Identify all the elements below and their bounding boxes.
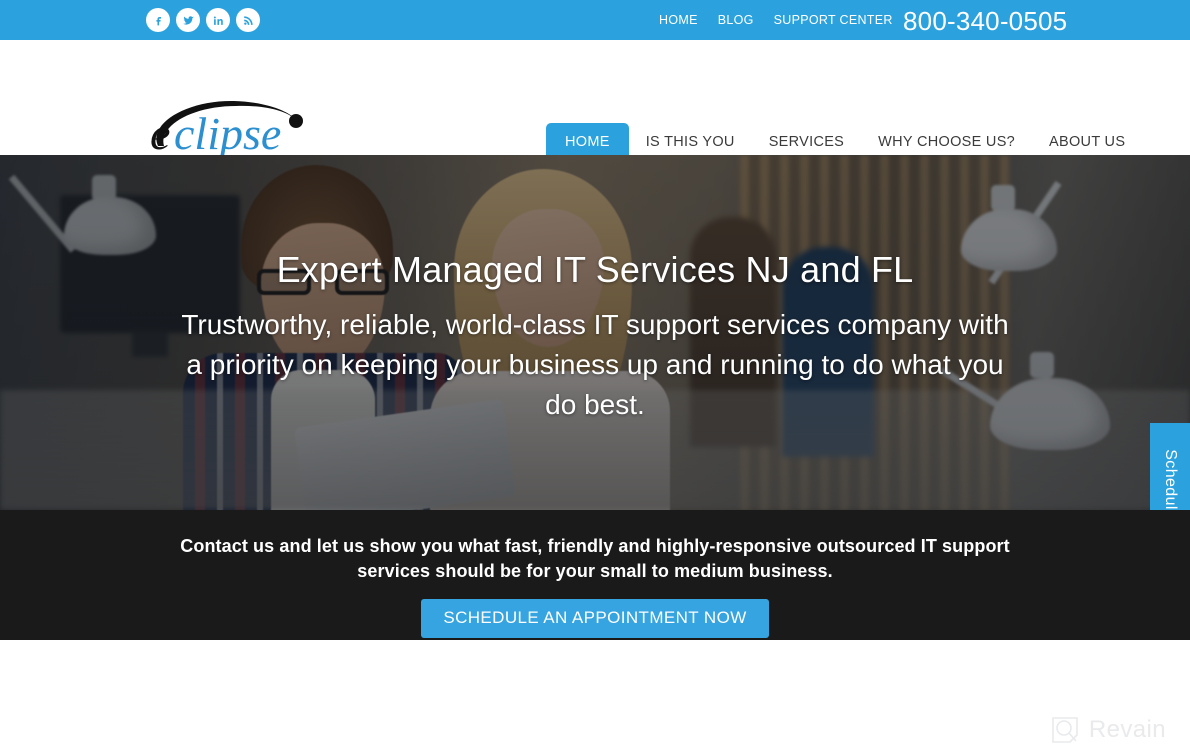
rss-icon[interactable]: [236, 8, 260, 32]
schedule-appointment-button[interactable]: SCHEDULE AN APPOINTMENT NOW: [421, 599, 769, 639]
facebook-icon[interactable]: [146, 8, 170, 32]
top-link-blog[interactable]: BLOG: [718, 13, 754, 27]
hero-banner: Expert Managed IT Services NJ and FL Tru…: [0, 155, 1190, 510]
logo-mark: e clipse: [150, 100, 303, 159]
revain-watermark: Revain: [1050, 715, 1166, 745]
schedule-appointment-side-tab[interactable]: Schedule An appointment: [1150, 423, 1190, 510]
site-header: e clipse INTEGRATED SYSTEMS, INC. HOME I…: [0, 40, 1190, 164]
features-section: [0, 640, 1190, 753]
twitter-icon[interactable]: [176, 8, 200, 32]
svg-text:e: e: [150, 108, 170, 156]
revain-watermark-label: Revain: [1088, 716, 1166, 743]
linkedin-icon[interactable]: [206, 8, 230, 32]
top-utility-bar: HOME BLOG SUPPORT CENTER 800-340-0505: [0, 0, 1190, 40]
hero-content: Expert Managed IT Services NJ and FL Tru…: [0, 155, 1190, 510]
website-page: HOME BLOG SUPPORT CENTER 800-340-0505 e …: [0, 0, 1190, 753]
revain-logo-icon: [1052, 717, 1078, 743]
hero-title: Expert Managed IT Services NJ and FL: [276, 249, 914, 290]
cta-band: Contact us and let us show you what fast…: [0, 510, 1190, 640]
top-link-home[interactable]: HOME: [659, 13, 698, 27]
phone-number[interactable]: 800-340-0505: [903, 6, 1067, 37]
cta-text: Contact us and let us show you what fast…: [180, 536, 1010, 582]
top-link-support-center[interactable]: SUPPORT CENTER: [774, 13, 893, 27]
top-nav-links: HOME BLOG SUPPORT CENTER: [659, 13, 893, 27]
schedule-appointment-side-tab-label: Schedule An appointment: [1161, 449, 1179, 510]
svg-text:clipse: clipse: [174, 108, 281, 156]
hero-subtitle: Trustworthy, reliable, world-class IT su…: [181, 309, 1009, 420]
social-links: [146, 8, 260, 32]
